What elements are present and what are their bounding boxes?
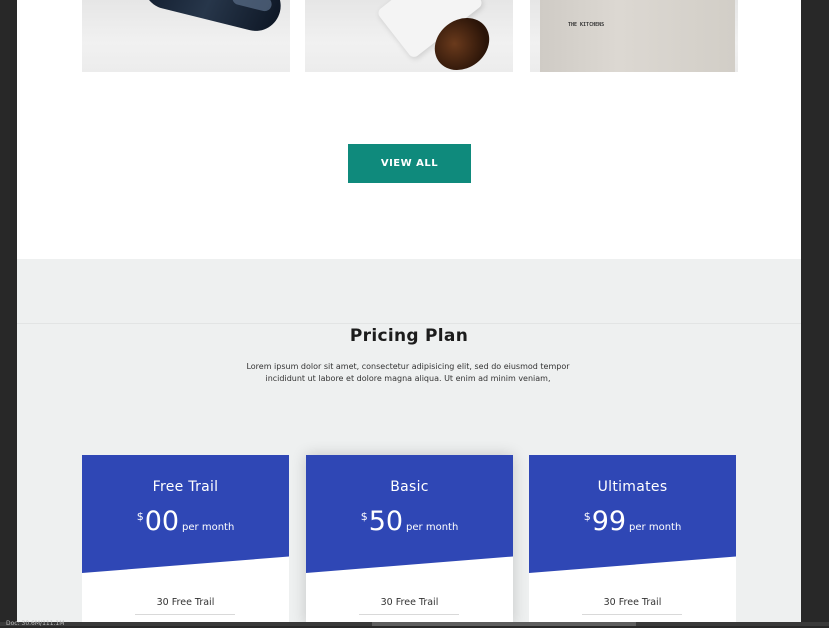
section-divider (17, 323, 801, 324)
plan-name: Free Trail (152, 479, 219, 495)
price-amount: 50 (368, 506, 404, 537)
plan-card-free-trail[interactable]: Free Trail $00 per month 30 Free Trail (82, 455, 289, 622)
plan-card-ultimates[interactable]: Ultimates $99 per month 30 Free Trail (529, 455, 736, 622)
price-period: per month (406, 522, 459, 533)
currency-symbol: $ (136, 510, 144, 523)
plan-name: Ultimates (597, 479, 668, 495)
price-amount: 00 (144, 506, 180, 537)
status-bar: Doc: 30.6M/111.1M (0, 620, 829, 627)
feature-divider (135, 614, 235, 615)
pricing-description: Lorem ipsum dolor sit amet, consectetur … (217, 361, 599, 385)
price-period: per month (629, 522, 682, 533)
price-period: per month (182, 522, 235, 533)
plan-price: $50 per month (306, 506, 513, 537)
plan-feature: 30 Free Trail (156, 597, 215, 608)
view-all-button[interactable]: VIEW ALL (348, 144, 471, 183)
status-doc-size: Doc: 30.6M/111.1M (6, 620, 65, 627)
price-amount: 99 (591, 506, 627, 537)
bag-shape: THE KITCHENS (540, 0, 735, 72)
feature-divider (582, 614, 682, 615)
currency-symbol: $ (583, 510, 591, 523)
plan-card-basic[interactable]: Basic $50 per month 30 Free Trail (306, 455, 513, 622)
page-canvas: THE KITCHENS VIEW ALL Pricing Plan Lorem… (17, 0, 801, 622)
plan-name: Basic (390, 479, 429, 495)
product-image-bag[interactable]: THE KITCHENS (530, 0, 738, 72)
product-image-jar[interactable] (305, 0, 513, 72)
pricing-description-line-1: Lorem ipsum dolor sit amet, consectetur … (246, 362, 570, 371)
currency-symbol: $ (360, 510, 368, 523)
pricing-description-line-2: incididunt ut labore et dolore magna ali… (265, 374, 551, 383)
bag-logo-text: THE KITCHENS (568, 22, 605, 28)
plan-feature: 30 Free Trail (603, 597, 662, 608)
plan-feature: 30 Free Trail (380, 597, 439, 608)
pricing-section: Pricing Plan Lorem ipsum dolor sit amet,… (17, 259, 801, 622)
product-image-bottle[interactable] (82, 0, 290, 72)
feature-divider (359, 614, 459, 615)
pricing-title: Pricing Plan (349, 326, 469, 346)
plan-price: $00 per month (82, 506, 289, 537)
plan-price: $99 per month (529, 506, 736, 537)
horizontal-scrollbar[interactable] (372, 622, 636, 626)
